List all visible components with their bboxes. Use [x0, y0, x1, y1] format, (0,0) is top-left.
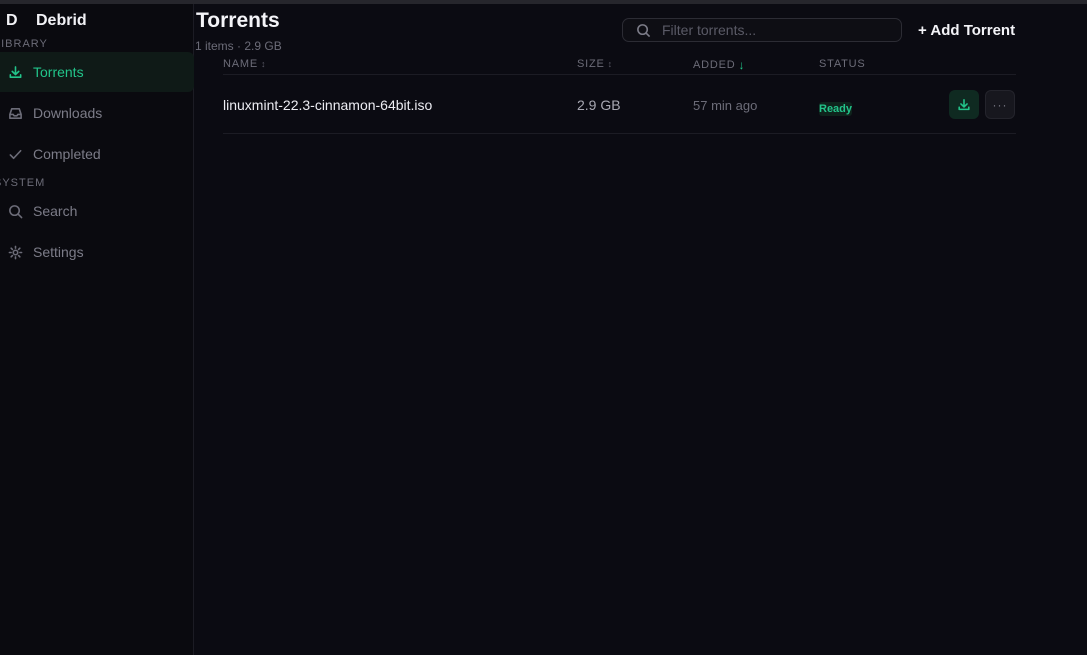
check-icon	[7, 146, 23, 162]
app-brand: D Debrid	[6, 12, 87, 30]
more-icon: ···	[992, 97, 1008, 112]
sort-icon: ↕	[607, 59, 613, 69]
section-label-library: Library	[0, 38, 48, 50]
sort-descending-icon: ↓	[738, 58, 746, 72]
column-header-size[interactable]: Size ↕	[577, 58, 613, 70]
add-torrent-button[interactable]: + Add Torrent	[918, 22, 1015, 39]
sidebar-item-completed[interactable]: Completed	[0, 134, 194, 174]
search-icon	[7, 203, 23, 219]
sidebar-item-search[interactable]: Search	[0, 191, 194, 231]
sidebar-item-settings[interactable]: Settings	[0, 232, 194, 272]
sidebar-item-downloads[interactable]: Downloads	[0, 93, 194, 133]
gear-icon	[7, 244, 23, 260]
sidebar-item-label: Search	[33, 203, 78, 219]
filter-box[interactable]	[622, 18, 902, 42]
column-header-status: Status	[819, 58, 866, 70]
download-icon	[7, 64, 23, 80]
search-icon	[636, 23, 651, 38]
sort-icon: ↕	[260, 59, 267, 69]
sidebar-item-label: Settings	[33, 244, 84, 260]
torrent-added: 57 min ago	[693, 98, 758, 113]
torrent-name: linuxmint-22.3-cinnamon-64bit.iso	[223, 97, 433, 113]
page-title: Torrents	[196, 9, 280, 32]
filter-input[interactable]	[662, 22, 892, 38]
sidebar-item-torrents[interactable]: Torrents	[0, 52, 194, 92]
column-header-added[interactable]: Added ↓	[693, 58, 745, 72]
column-header-name[interactable]: Name ↕	[223, 58, 266, 70]
main-content: Torrents 1 items · 2.9 GB + Add Torrent …	[195, 4, 1087, 655]
more-options-button[interactable]: ···	[985, 90, 1015, 119]
sidebar-item-label: Downloads	[33, 105, 103, 121]
sidebar-item-label: Completed	[33, 146, 101, 162]
table-row[interactable]: linuxmint-22.3-cinnamon-64bit.iso 2.9 GB…	[223, 75, 1016, 134]
app-name: Debrid	[36, 12, 87, 29]
sidebar-item-label: Torrents	[33, 64, 84, 80]
app-logo: D	[6, 12, 18, 29]
torrent-size: 2.9 GB	[577, 97, 621, 113]
download-icon	[957, 98, 971, 112]
sidebar: D Debrid Library Torrents Downloads Compl…	[0, 4, 194, 655]
inbox-icon	[7, 105, 23, 121]
table-header: Name ↕ Size ↕ Added ↓ Status	[223, 54, 1016, 75]
section-label-system: System	[0, 177, 46, 189]
page-subtitle: 1 items · 2.9 GB	[195, 39, 282, 53]
download-button[interactable]	[949, 90, 979, 119]
status-badge: Ready	[819, 102, 853, 116]
torrents-table: Name ↕ Size ↕ Added ↓ Status linuxmint-2…	[223, 54, 1016, 134]
